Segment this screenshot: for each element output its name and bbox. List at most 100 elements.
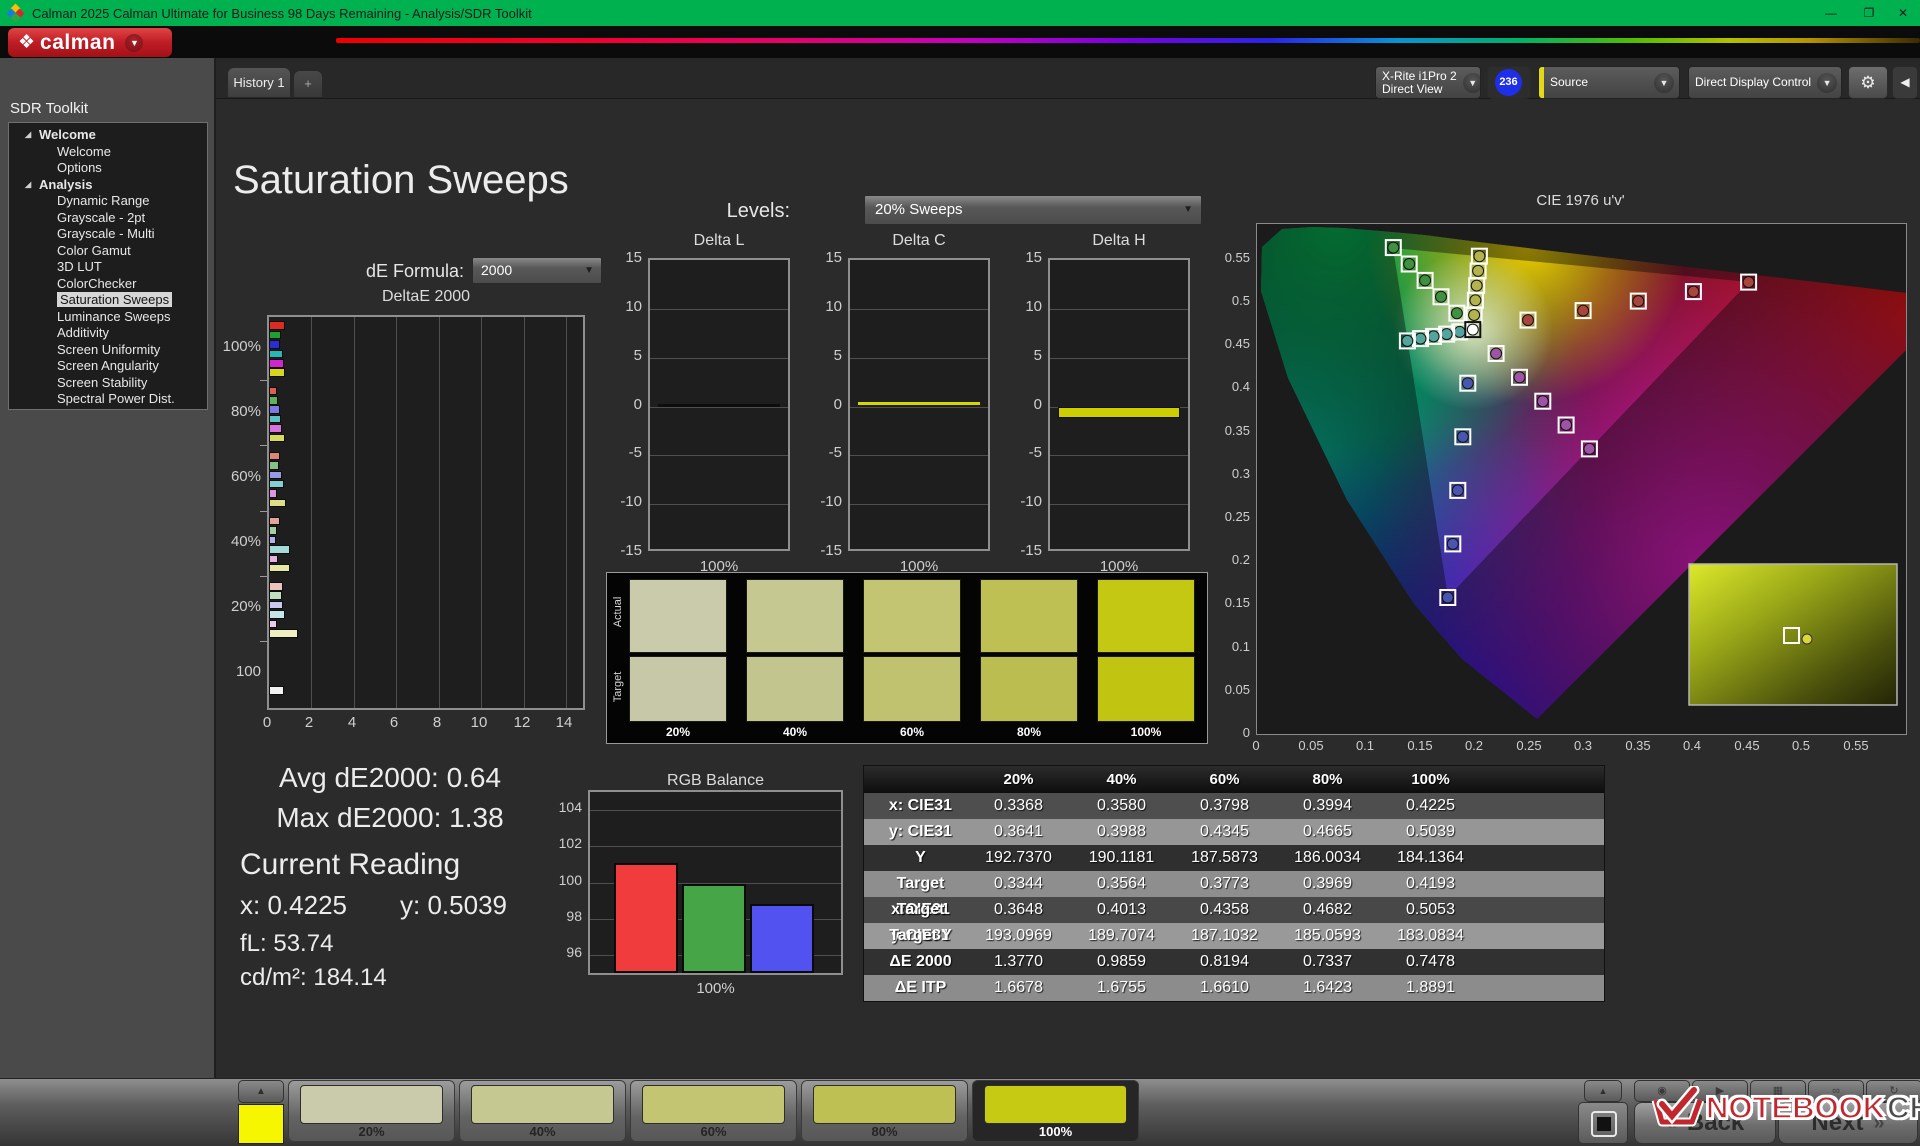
loop-button[interactable]: ∞ <box>1808 1080 1864 1102</box>
window-titlebar: Calman 2025 Calman Ultimate for Business… <box>0 0 1920 26</box>
avg-de2000-value: 0.64 <box>447 762 502 793</box>
rgb-y-tick: 96 <box>548 944 582 960</box>
snapshot-button[interactable]: ◉ <box>1634 1080 1690 1102</box>
sidebar-header: SDR Toolkit <box>10 100 88 117</box>
source-dropdown[interactable]: Source ▼ <box>1538 66 1680 99</box>
swatch-panel-expand-button[interactable]: ▲ <box>238 1080 284 1103</box>
rgb-bar-blue <box>750 904 814 973</box>
ddc-label: Direct Display Control <box>1689 76 1817 89</box>
stop-button[interactable] <box>1578 1102 1628 1144</box>
table-col-header-40: 40% <box>1070 766 1173 793</box>
tree-item-3d-lut[interactable]: 3D LUT <box>9 259 207 276</box>
gridline <box>650 309 788 310</box>
bottom-swatch-60[interactable]: 60% <box>630 1080 797 1142</box>
cie-y-tick: 0.3 <box>1212 466 1250 481</box>
calman-wordmark: calman <box>40 31 115 55</box>
cie-x-tick: 0.3 <box>1565 738 1601 753</box>
report-button[interactable]: ▦ <box>1750 1080 1806 1102</box>
max-de2000-label: Max dE2000: <box>276 802 441 833</box>
settings-button[interactable]: ⚙ <box>1848 66 1888 99</box>
table-value-cell: 0.5053 <box>1379 897 1482 923</box>
swatch-label: 80% <box>801 1124 968 1139</box>
table-value-cell: 0.3988 <box>1070 819 1173 845</box>
tree-item-screen-stability[interactable]: Screen Stability <box>9 375 207 392</box>
swatch-label: 40% <box>459 1124 626 1139</box>
patch-label-100: 100% <box>1097 725 1195 739</box>
nav-expand-button[interactable]: ▲ <box>1584 1080 1622 1102</box>
tree-item-label: Spectral Power Dist. <box>57 391 175 406</box>
panel-collapse-button[interactable]: ◀ <box>1892 66 1918 99</box>
deltae-group-label: 60% <box>195 468 261 485</box>
tree-item-welcome-section[interactable]: ◢Welcome <box>9 127 207 144</box>
patch-label-80: 80% <box>980 725 1078 739</box>
cie-y-tick: 0 <box>1212 725 1250 740</box>
table-header-row: 20%40%60%80%100% <box>864 766 1604 793</box>
bottom-swatch-100[interactable]: 100% <box>972 1080 1139 1142</box>
direct-display-control-dropdown[interactable]: Direct Display Control ▼ <box>1688 66 1842 99</box>
tree-item-label: Additivity <box>57 325 109 340</box>
calman-menu-button[interactable]: ❖ calman ▼ <box>8 28 172 57</box>
tree-item-color-gamut[interactable]: Color Gamut <box>9 243 207 260</box>
bottom-swatch-80[interactable]: 80% <box>801 1080 968 1142</box>
tree-item-screen-uniformity[interactable]: Screen Uniformity <box>9 342 207 359</box>
tree-expander-icon[interactable]: ◢ <box>25 177 31 194</box>
gridline <box>850 309 988 310</box>
tree-item-label: Screen Angularity <box>57 358 159 373</box>
play-button[interactable]: ▶ <box>1692 1080 1748 1102</box>
tree-item-colorchecker[interactable]: ColorChecker <box>9 276 207 293</box>
tree-item-grayscale-2pt[interactable]: Grayscale - 2pt <box>9 210 207 227</box>
gridline <box>524 317 525 708</box>
table-value-cell: 0.3798 <box>1173 793 1276 819</box>
axis-tick <box>260 445 267 446</box>
gridline <box>1050 358 1188 359</box>
table-value-cell: 0.9859 <box>1070 949 1173 975</box>
snapshot-icon: ◉ <box>1657 1085 1667 1097</box>
tree-item-spectral-power-dist[interactable]: Spectral Power Dist. <box>9 391 207 408</box>
close-button[interactable]: ✕ <box>1886 0 1920 26</box>
deltae-bar-80-red <box>269 387 277 396</box>
rgb-y-tick: 98 <box>548 908 582 924</box>
tree-item-additivity[interactable]: Additivity <box>9 325 207 342</box>
reading-count-button[interactable]: 236 <box>1487 66 1531 99</box>
tree-item-label: Options <box>57 160 102 175</box>
tree-item-analysis-section[interactable]: ◢Analysis <box>9 177 207 194</box>
delta-y-tick: -15 <box>806 542 842 559</box>
cie-x-tick: 0.1 <box>1347 738 1383 753</box>
target-row-label: Target <box>612 667 624 707</box>
table-value-cell: 1.8891 <box>1379 975 1482 1001</box>
tree-item-saturation-sweeps[interactable]: Saturation Sweeps <box>9 292 207 309</box>
delta-y-tick: 15 <box>606 249 642 266</box>
meter-dropdown[interactable]: X-Rite i1Pro 2 Direct View ▼ <box>1375 66 1481 99</box>
next-button[interactable]: Next » <box>1778 1102 1918 1144</box>
measurement-table: 20%40%60%80%100%x: CIE310.33680.35800.37… <box>863 765 1605 1002</box>
target-patch-20 <box>629 656 727 722</box>
cie-marker-blue-20-measured <box>1462 378 1473 389</box>
rgb-y-tick: 104 <box>548 799 582 815</box>
deltae-bar-60-blue <box>269 471 282 480</box>
tab-add-button[interactable]: + <box>294 71 322 97</box>
tree-item-grayscale-multi[interactable]: Grayscale - Multi <box>9 226 207 243</box>
tree-item-screen-angularity[interactable]: Screen Angularity <box>9 358 207 375</box>
tree-expander-icon[interactable]: ◢ <box>25 127 31 144</box>
deltae-bar-100-blue <box>269 340 280 349</box>
back-button[interactable]: « Back <box>1634 1102 1776 1144</box>
de-formula-dropdown[interactable]: 2000 ▼ <box>472 257 602 284</box>
tree-item-options[interactable]: Options <box>9 160 207 177</box>
tree-item-dynamic-range[interactable]: Dynamic Range <box>9 193 207 210</box>
minimize-button[interactable]: — <box>1814 0 1848 26</box>
cie-marker-red-40-measured <box>1578 305 1589 316</box>
tree-item-welcome[interactable]: Welcome <box>9 144 207 161</box>
bottom-swatch-40[interactable]: 40% <box>459 1080 626 1142</box>
deltae-bar-100-white <box>269 686 284 695</box>
target-patch-60 <box>863 656 961 722</box>
levels-dropdown[interactable]: 20% Sweeps ▼ <box>864 195 1202 225</box>
current-patch-swatch[interactable] <box>238 1104 284 1144</box>
maximize-button[interactable]: ❐ <box>1852 0 1886 26</box>
bottom-swatch-20[interactable]: 20% <box>288 1080 455 1142</box>
cie-marker-cyan-80-measured <box>1415 333 1426 344</box>
cdm2-reading: cd/m²: 184.14 <box>240 964 387 992</box>
deltae-bar-60-yellow <box>269 499 286 508</box>
tab-history-1[interactable]: History 1 <box>228 68 290 97</box>
tree-item-luminance-sweeps[interactable]: Luminance Sweeps <box>9 309 207 326</box>
refresh-button[interactable]: ↻ <box>1866 1080 1920 1102</box>
